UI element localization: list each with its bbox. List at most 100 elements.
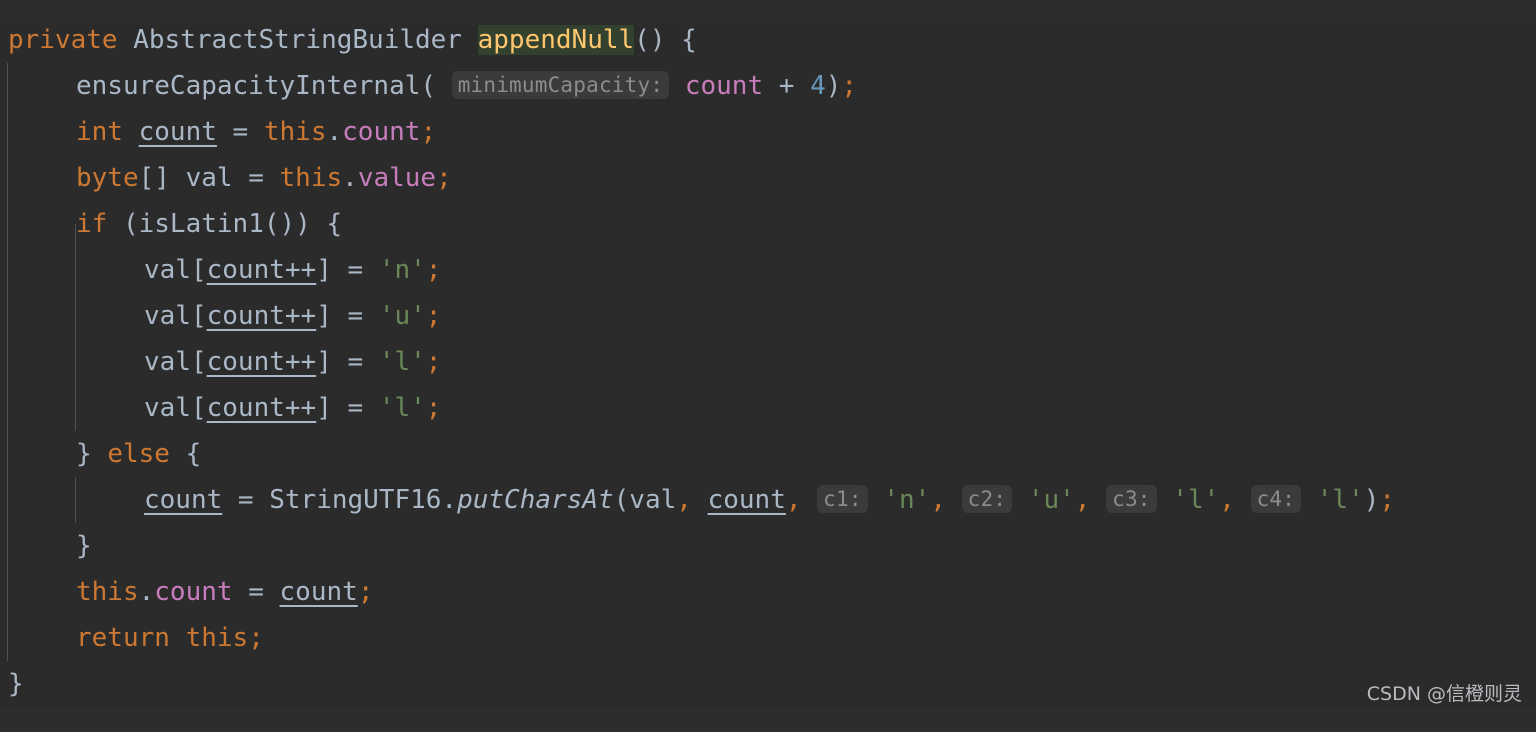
- code-token: []: [138, 163, 186, 193]
- code-token: val[: [144, 301, 207, 331]
- code-token: ] =: [316, 301, 379, 331]
- code-token: val: [185, 163, 233, 193]
- code-token: =: [232, 163, 280, 193]
- code-line[interactable]: private AbstractStringBuilder appendNull…: [0, 17, 1536, 63]
- code-token: ;: [436, 163, 452, 193]
- code-line[interactable]: val[count++] = 'u';: [0, 293, 1536, 339]
- parameter-hint-chip[interactable]: c1:: [817, 484, 868, 513]
- keyword-token: this: [263, 117, 327, 147]
- field-token[interactable]: count: [154, 577, 232, 607]
- local-variable-token[interactable]: count++: [207, 301, 317, 331]
- code-token: +: [763, 71, 811, 101]
- code-token: }: [76, 531, 92, 561]
- code-line[interactable]: if (isLatin1()) {: [0, 201, 1536, 247]
- editor-top-strip: [0, 0, 1536, 17]
- code-token: () {: [634, 25, 697, 55]
- csdn-watermark: CSDN @信橙则灵: [1366, 683, 1522, 705]
- char-literal-token: 'l': [1316, 485, 1364, 515]
- code-line[interactable]: this.count = count;: [0, 569, 1536, 615]
- code-line[interactable]: return this;: [0, 615, 1536, 661]
- keyword-token: int: [76, 117, 123, 147]
- code-line[interactable]: val[count++] = 'n';: [0, 247, 1536, 293]
- code-token: ] =: [316, 347, 379, 377]
- keyword-token: this: [185, 623, 249, 653]
- keyword-token: this: [76, 577, 139, 607]
- code-line[interactable]: ensureCapacityInternal( minimumCapacity:…: [0, 63, 1536, 109]
- parameter-hint-chip[interactable]: c2:: [961, 484, 1013, 513]
- char-literal-token: 'n': [883, 485, 931, 515]
- code-line[interactable]: val[count++] = 'l';: [0, 339, 1536, 385]
- keyword-token: this: [279, 163, 343, 193]
- char-literal-token: 'n': [378, 255, 426, 285]
- keyword-token: if: [76, 209, 108, 239]
- code-token: =: [216, 117, 264, 147]
- code-token: ;: [425, 255, 442, 285]
- local-variable-token[interactable]: count++: [207, 255, 317, 285]
- keyword-token: return: [76, 623, 170, 653]
- code-line[interactable]: count = StringUTF16.putCharsAt(val, coun…: [0, 477, 1536, 523]
- local-variable-token[interactable]: count: [144, 485, 222, 515]
- local-variable-token[interactable]: count++: [207, 393, 317, 423]
- code-content-area[interactable]: private AbstractStringBuilder appendNull…: [0, 17, 1536, 708]
- code-token: ensureCapacityInternal(: [76, 71, 437, 101]
- code-token: {: [169, 439, 202, 469]
- code-token: }: [8, 669, 24, 699]
- code-token: = StringUTF16.: [222, 485, 458, 515]
- editor-bottom-strip: [0, 708, 1536, 732]
- code-token: .: [138, 577, 155, 607]
- code-token: ,: [1074, 485, 1091, 515]
- code-token: ;: [841, 71, 858, 101]
- parameter-hint-chip[interactable]: c3:: [1106, 484, 1157, 513]
- code-editor-viewport: private AbstractStringBuilder appendNull…: [0, 0, 1536, 732]
- local-variable-token[interactable]: count: [708, 485, 786, 515]
- char-literal-token: 'l': [1172, 485, 1220, 515]
- highlighted-method-name[interactable]: appendNull: [477, 25, 635, 55]
- code-token: ,: [676, 485, 692, 515]
- code-token: (val: [613, 485, 677, 515]
- local-variable-token[interactable]: count: [139, 117, 217, 147]
- parameter-hint-chip[interactable]: minimumCapacity:: [451, 70, 670, 99]
- number-literal-token: 4: [810, 71, 826, 101]
- code-line[interactable]: } else {: [0, 431, 1536, 477]
- code-token: ] =: [316, 393, 379, 423]
- code-token: val[: [144, 255, 207, 285]
- code-token: ,: [785, 485, 802, 515]
- local-variable-token[interactable]: count: [280, 577, 358, 607]
- code-token: ;: [357, 577, 374, 607]
- code-line[interactable]: }: [0, 523, 1536, 569]
- code-token: ;: [425, 347, 442, 377]
- code-token: ;: [420, 117, 437, 147]
- code-token: ,: [930, 485, 946, 515]
- code-token: ): [825, 71, 842, 101]
- code-line[interactable]: int count = this.count;: [0, 109, 1536, 155]
- char-literal-token: 'u': [1027, 485, 1075, 515]
- field-token[interactable]: count: [685, 71, 763, 101]
- code-token: .: [326, 117, 343, 147]
- code-token: =: [232, 577, 280, 607]
- static-method-token[interactable]: putCharsAt: [457, 485, 614, 515]
- code-token: }: [76, 439, 108, 469]
- code-token: (isLatin1()) {: [107, 209, 343, 239]
- code-line[interactable]: }: [0, 661, 1536, 707]
- char-literal-token: 'l': [378, 347, 426, 377]
- char-literal-token: 'u': [378, 301, 426, 331]
- code-line[interactable]: val[count++] = 'l';: [0, 385, 1536, 431]
- code-line[interactable]: byte[] val = this.value;: [0, 155, 1536, 201]
- local-variable-token[interactable]: count++: [207, 347, 317, 377]
- field-token[interactable]: count: [342, 117, 420, 147]
- field-token[interactable]: value: [358, 163, 436, 193]
- parameter-hint-chip[interactable]: c4:: [1250, 484, 1302, 513]
